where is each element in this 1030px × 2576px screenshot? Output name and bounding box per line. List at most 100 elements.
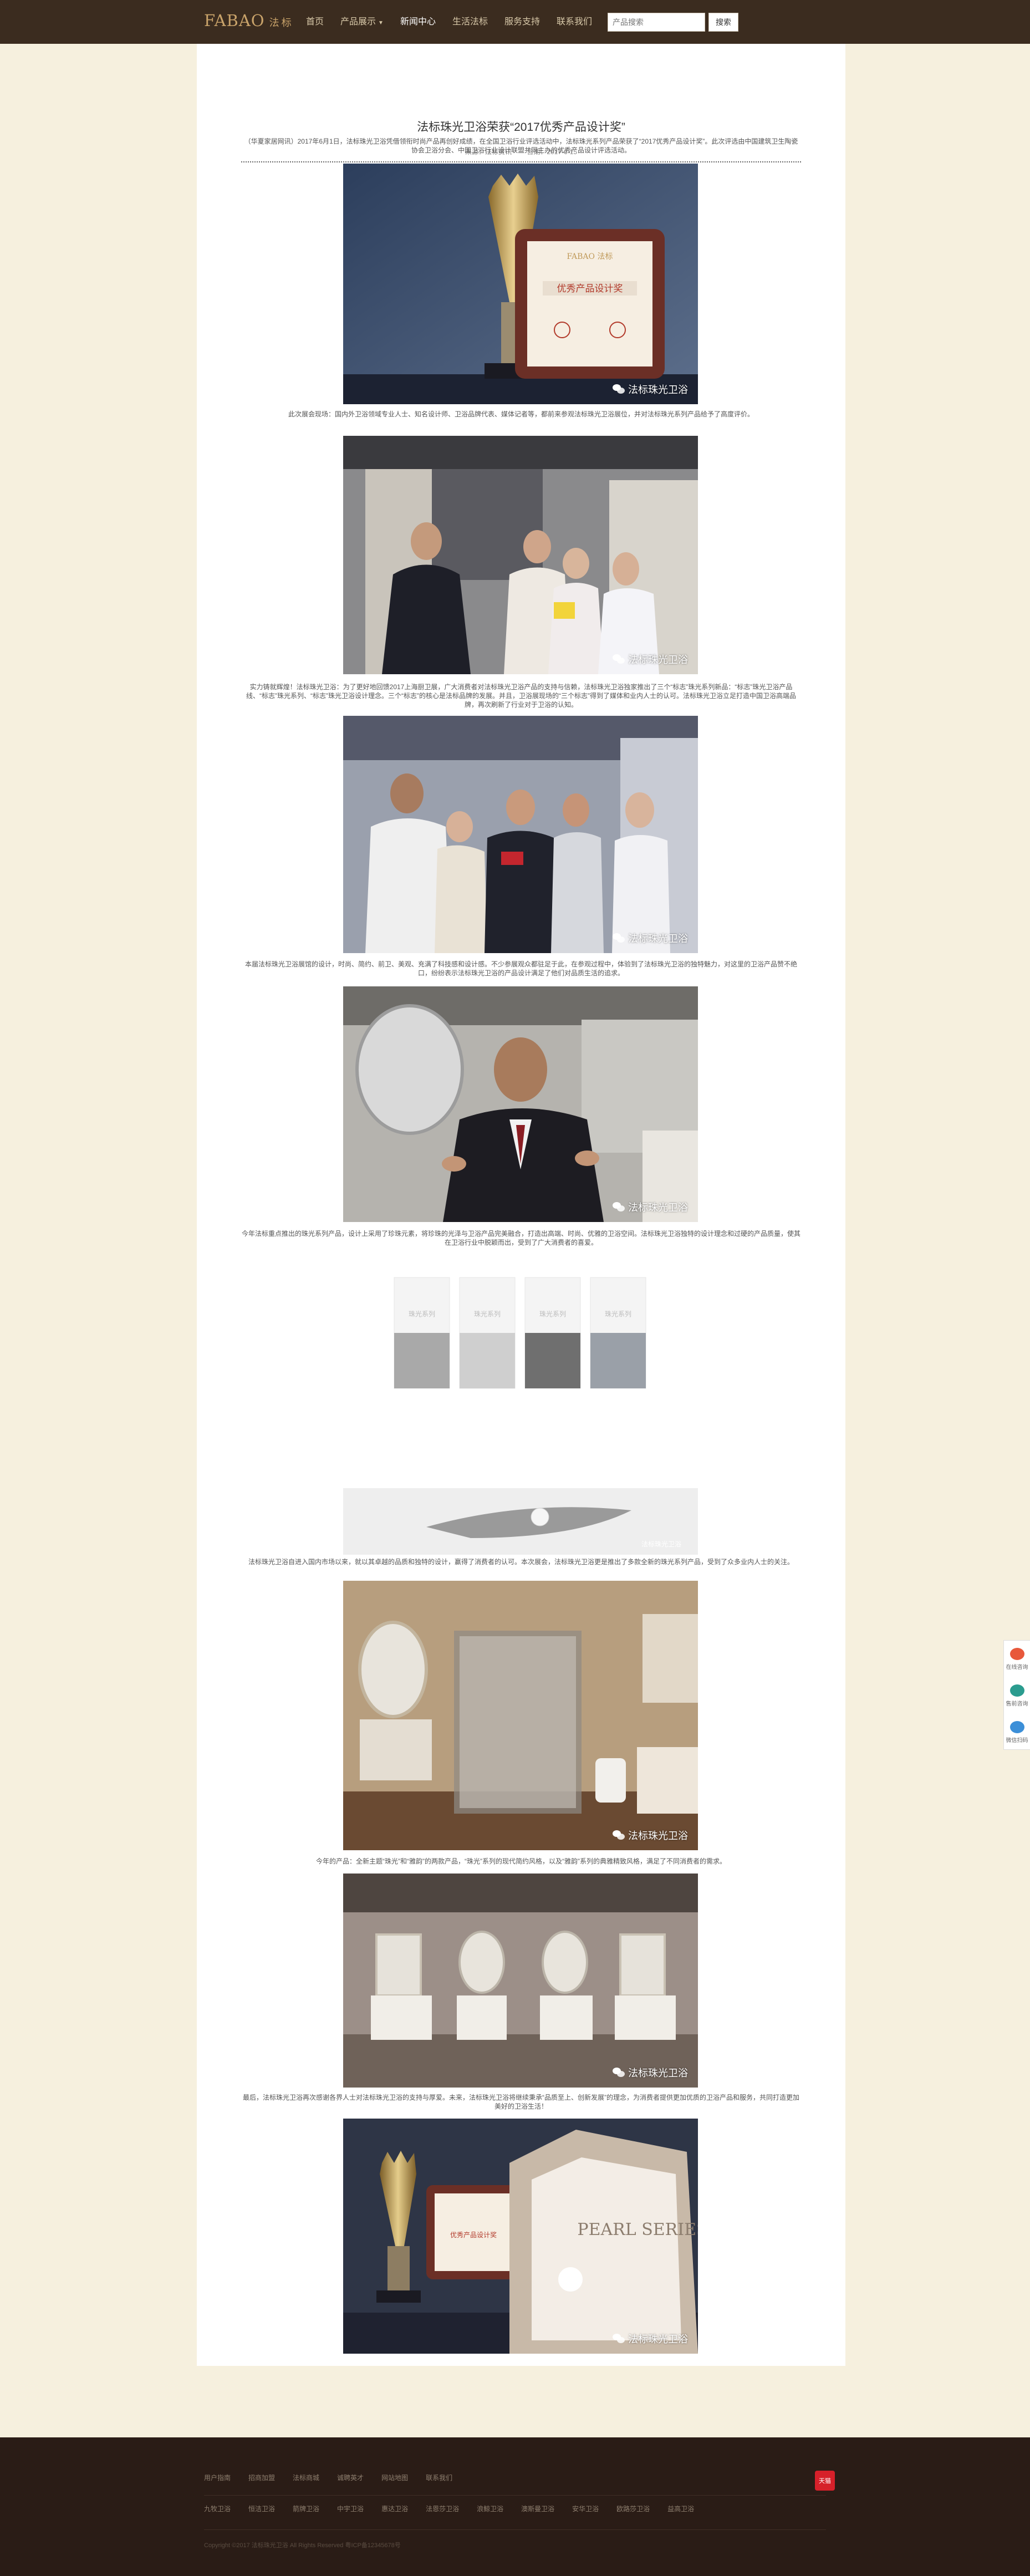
search-input[interactable]: [608, 13, 705, 32]
article-paragraph: 最后，法标珠光卫浴再次感谢各界人士对法标珠光卫浴的支持与厚爱。未来，法标珠光卫浴…: [243, 2094, 799, 2110]
pearl-label: 珠光系列: [605, 1310, 631, 1318]
bathroom-photo-graphic: [343, 1581, 698, 1850]
article-card: 法标珠光卫浴荣获“2017优秀产品设计奖” 来源：法标资讯 日期：2017-6-…: [197, 44, 845, 2366]
footer-link[interactable]: 法标商城: [293, 2473, 319, 2482]
article-photo-showroom: 法标珠光卫浴: [343, 1874, 698, 2088]
watermark-text: 法标珠光卫浴: [628, 933, 688, 944]
award-title-text: 优秀产品设计奖: [450, 2231, 497, 2239]
nav-contact[interactable]: 联系我们: [557, 16, 592, 30]
footer-friend-link[interactable]: 九牧卫浴: [204, 2504, 231, 2513]
pearl-series-graphic: 珠光系列 珠光系列 珠光系列 珠光系列 法标珠光卫浴: [343, 1277, 698, 1555]
footer-friend-link[interactable]: 益高卫浴: [667, 2504, 694, 2513]
photo-watermark: 法标珠光卫浴: [613, 382, 688, 396]
search-button[interactable]: 搜索: [708, 13, 738, 32]
tmall-store-icon[interactable]: 天猫: [815, 2471, 835, 2491]
chat-bubble-icon: [1009, 1647, 1024, 1660]
pearl-cabinet-photo-graphic: 优秀产品设计奖 PEARL SERIES: [343, 2119, 698, 2354]
footer-friend-link[interactable]: 法恩莎卫浴: [426, 2504, 459, 2513]
wechat-scan-button[interactable]: 微信扫码: [1004, 1714, 1030, 1750]
footer-friend-link[interactable]: 箭牌卫浴: [293, 2504, 319, 2513]
nav-news[interactable]: 新闻中心: [400, 16, 436, 30]
pearl-series-panel: 珠光系列 珠光系列 珠光系列 珠光系列 法标珠光卫浴: [343, 1266, 698, 1555]
award-photo-graphic: 优秀产品设计奖 FABAO 法标: [343, 164, 698, 404]
article-paragraph: （华夏家居网讯）2017年6月1日，法标珠光卫浴凭借领衔时尚产品再创好成绩，在全…: [244, 138, 798, 154]
footer-friend-link[interactable]: 浪鲸卫浴: [477, 2504, 503, 2513]
top-navigation-bar: FABAO 法标 首页 产品展示▼ 新闻中心 生活法标 服务支持 联系我们 搜索: [0, 0, 1030, 44]
footer-links-friends: 九牧卫浴 恒洁卫浴 箭牌卫浴 中宇卫浴 惠达卫浴 法恩莎卫浴 浪鲸卫浴 澳斯曼卫…: [204, 2504, 712, 2513]
main-nav: 首页 产品展示 ▼ 新闻中心 生活法标 服务支持 联系我们: [306, 16, 609, 30]
wechat-icon: [1009, 1720, 1024, 1733]
logo-chinese: 法标: [269, 17, 294, 28]
article-photo-bathroom: 法标珠光卫浴: [343, 1581, 698, 1850]
photo-watermark: 法标珠光卫浴: [613, 1828, 688, 1842]
footer-friend-link[interactable]: 中宇卫浴: [337, 2504, 364, 2513]
footer-links-primary: 用户指南 招商加盟 法标商城 诚聘英才 网站地图 联系我们: [204, 2473, 470, 2482]
watermark-text: 法标珠光卫浴: [628, 2068, 688, 2079]
watermark-text: 法标珠光卫浴: [628, 2334, 688, 2345]
article-photo-interview: 法标珠光卫浴: [343, 436, 698, 674]
pearl-label: 珠光系列: [539, 1310, 566, 1318]
footer-friend-link[interactable]: 澳斯曼卫浴: [521, 2504, 554, 2513]
nav-home[interactable]: 首页: [306, 16, 324, 30]
presale-consult-button[interactable]: 售前咨询: [1004, 1677, 1030, 1714]
footer-link[interactable]: 诚聘英才: [337, 2473, 364, 2482]
photo-watermark: 法标珠光卫浴: [613, 2065, 688, 2080]
article-photo-group: 法标珠光卫浴: [343, 716, 698, 953]
interview-photo-graphic: [343, 436, 698, 674]
footer-link[interactable]: 用户指南: [204, 2473, 231, 2482]
site-footer: 用户指南 招商加盟 法标商城 诚聘英才 网站地图 联系我们 天猫 九牧卫浴 恒洁…: [0, 2437, 1030, 2576]
wechat-icon: [613, 1202, 625, 1212]
article-photo-speaker: 法标珠光卫浴: [343, 986, 698, 1222]
award-brand-text: FABAO 法标: [567, 252, 613, 261]
nav-products-label: 产品展示: [340, 17, 376, 27]
photo-watermark: 法标珠光卫浴: [613, 652, 688, 666]
article-title: 法标珠光卫浴荣获“2017优秀产品设计奖”: [417, 121, 625, 134]
footer-friend-link[interactable]: 惠达卫浴: [381, 2504, 408, 2513]
article-paragraph: 实力铸就辉煌！法标珠光卫浴：为了更好地回馈2017上海厨卫展，广大消费者对法标珠…: [246, 683, 796, 709]
photo-watermark: 法标珠光卫浴: [613, 2331, 688, 2346]
logo-english: FABAO: [204, 11, 265, 30]
nav-products[interactable]: 产品展示 ▼: [340, 16, 384, 30]
photo-watermark: 法标珠光卫浴: [613, 1200, 688, 1214]
wechat-icon: [613, 2334, 625, 2344]
footer-divider: [204, 2495, 826, 2496]
watermark-text: 法标珠光卫浴: [628, 654, 688, 665]
copyright-text: Copyright ©2017 法标珠光卫浴 All Rights Reserv…: [204, 2542, 401, 2549]
nav-service[interactable]: 服务支持: [504, 16, 540, 30]
wechat-icon: [613, 1830, 625, 1840]
article-paragraph: 法标珠光卫浴自进入国内市场以来，就以其卓越的品质和独特的设计，赢得了消费者的认可…: [248, 1558, 794, 1566]
pearl-series-text: PEARL SERIES: [577, 2220, 698, 2239]
article-paragraph: 今年的产品：全新主题“珠光”和“雅韵”的两款产品，“珠光”系列的现代简约风格，以…: [316, 1857, 726, 1865]
wechat-icon: [613, 654, 625, 664]
chevron-down-icon: ▼: [378, 20, 384, 26]
group-photo-graphic: [343, 716, 698, 953]
online-consult-button[interactable]: 在线咨询: [1004, 1641, 1030, 1677]
watermark-text: 法标珠光卫浴: [628, 1202, 688, 1213]
side-label: 微信扫码: [1006, 1737, 1028, 1744]
footer-friend-link[interactable]: 欧路莎卫浴: [616, 2504, 650, 2513]
article-photo-pearl-cabinet: 优秀产品设计奖 PEARL SERIES 法标珠光卫浴: [343, 2119, 698, 2354]
pearl-label: 珠光系列: [474, 1310, 501, 1318]
nav-lifestyle[interactable]: 生活法标: [452, 16, 488, 30]
photo-watermark: 法标珠光卫浴: [613, 931, 688, 945]
side-label: 在线咨询: [1006, 1664, 1028, 1671]
watermark-text: 法标珠光卫浴: [628, 384, 688, 395]
footer-link[interactable]: 招商加盟: [248, 2473, 275, 2482]
article-paragraph: 今年法标重点推出的珠光系列产品，设计上采用了珍珠元素，将珍珠的光泽与卫浴产品完美…: [241, 1230, 800, 1246]
speaker-photo-graphic: [343, 986, 698, 1222]
footer-friend-link[interactable]: 安华卫浴: [572, 2504, 599, 2513]
watermark-text: 法标珠光卫浴: [628, 1830, 688, 1841]
award-title-text: 优秀产品设计奖: [557, 283, 623, 294]
footer-link[interactable]: 网站地图: [381, 2473, 408, 2482]
article-paragraph: 本届法标珠光卫浴展馆的设计，时尚、简约、前卫、美观、充满了科技感和设计感。不少参…: [244, 960, 797, 977]
pearl-label: 珠光系列: [409, 1310, 435, 1318]
wechat-icon: [613, 2068, 625, 2078]
footer-friend-link[interactable]: 恒洁卫浴: [248, 2504, 275, 2513]
article-photo-award: 优秀产品设计奖 FABAO 法标 法标珠光卫浴: [343, 164, 698, 404]
wechat-icon: [613, 384, 625, 394]
pearl-caption: 法标珠光卫浴: [641, 1540, 681, 1548]
brand-logo[interactable]: FABAO 法标: [204, 11, 294, 33]
footer-divider: [204, 2529, 826, 2530]
article-paragraph: 此次展会现场：国内外卫浴领域专业人士、知名设计师、卫浴品牌代表、媒体记者等，都前…: [288, 410, 754, 418]
footer-link[interactable]: 联系我们: [426, 2473, 452, 2482]
